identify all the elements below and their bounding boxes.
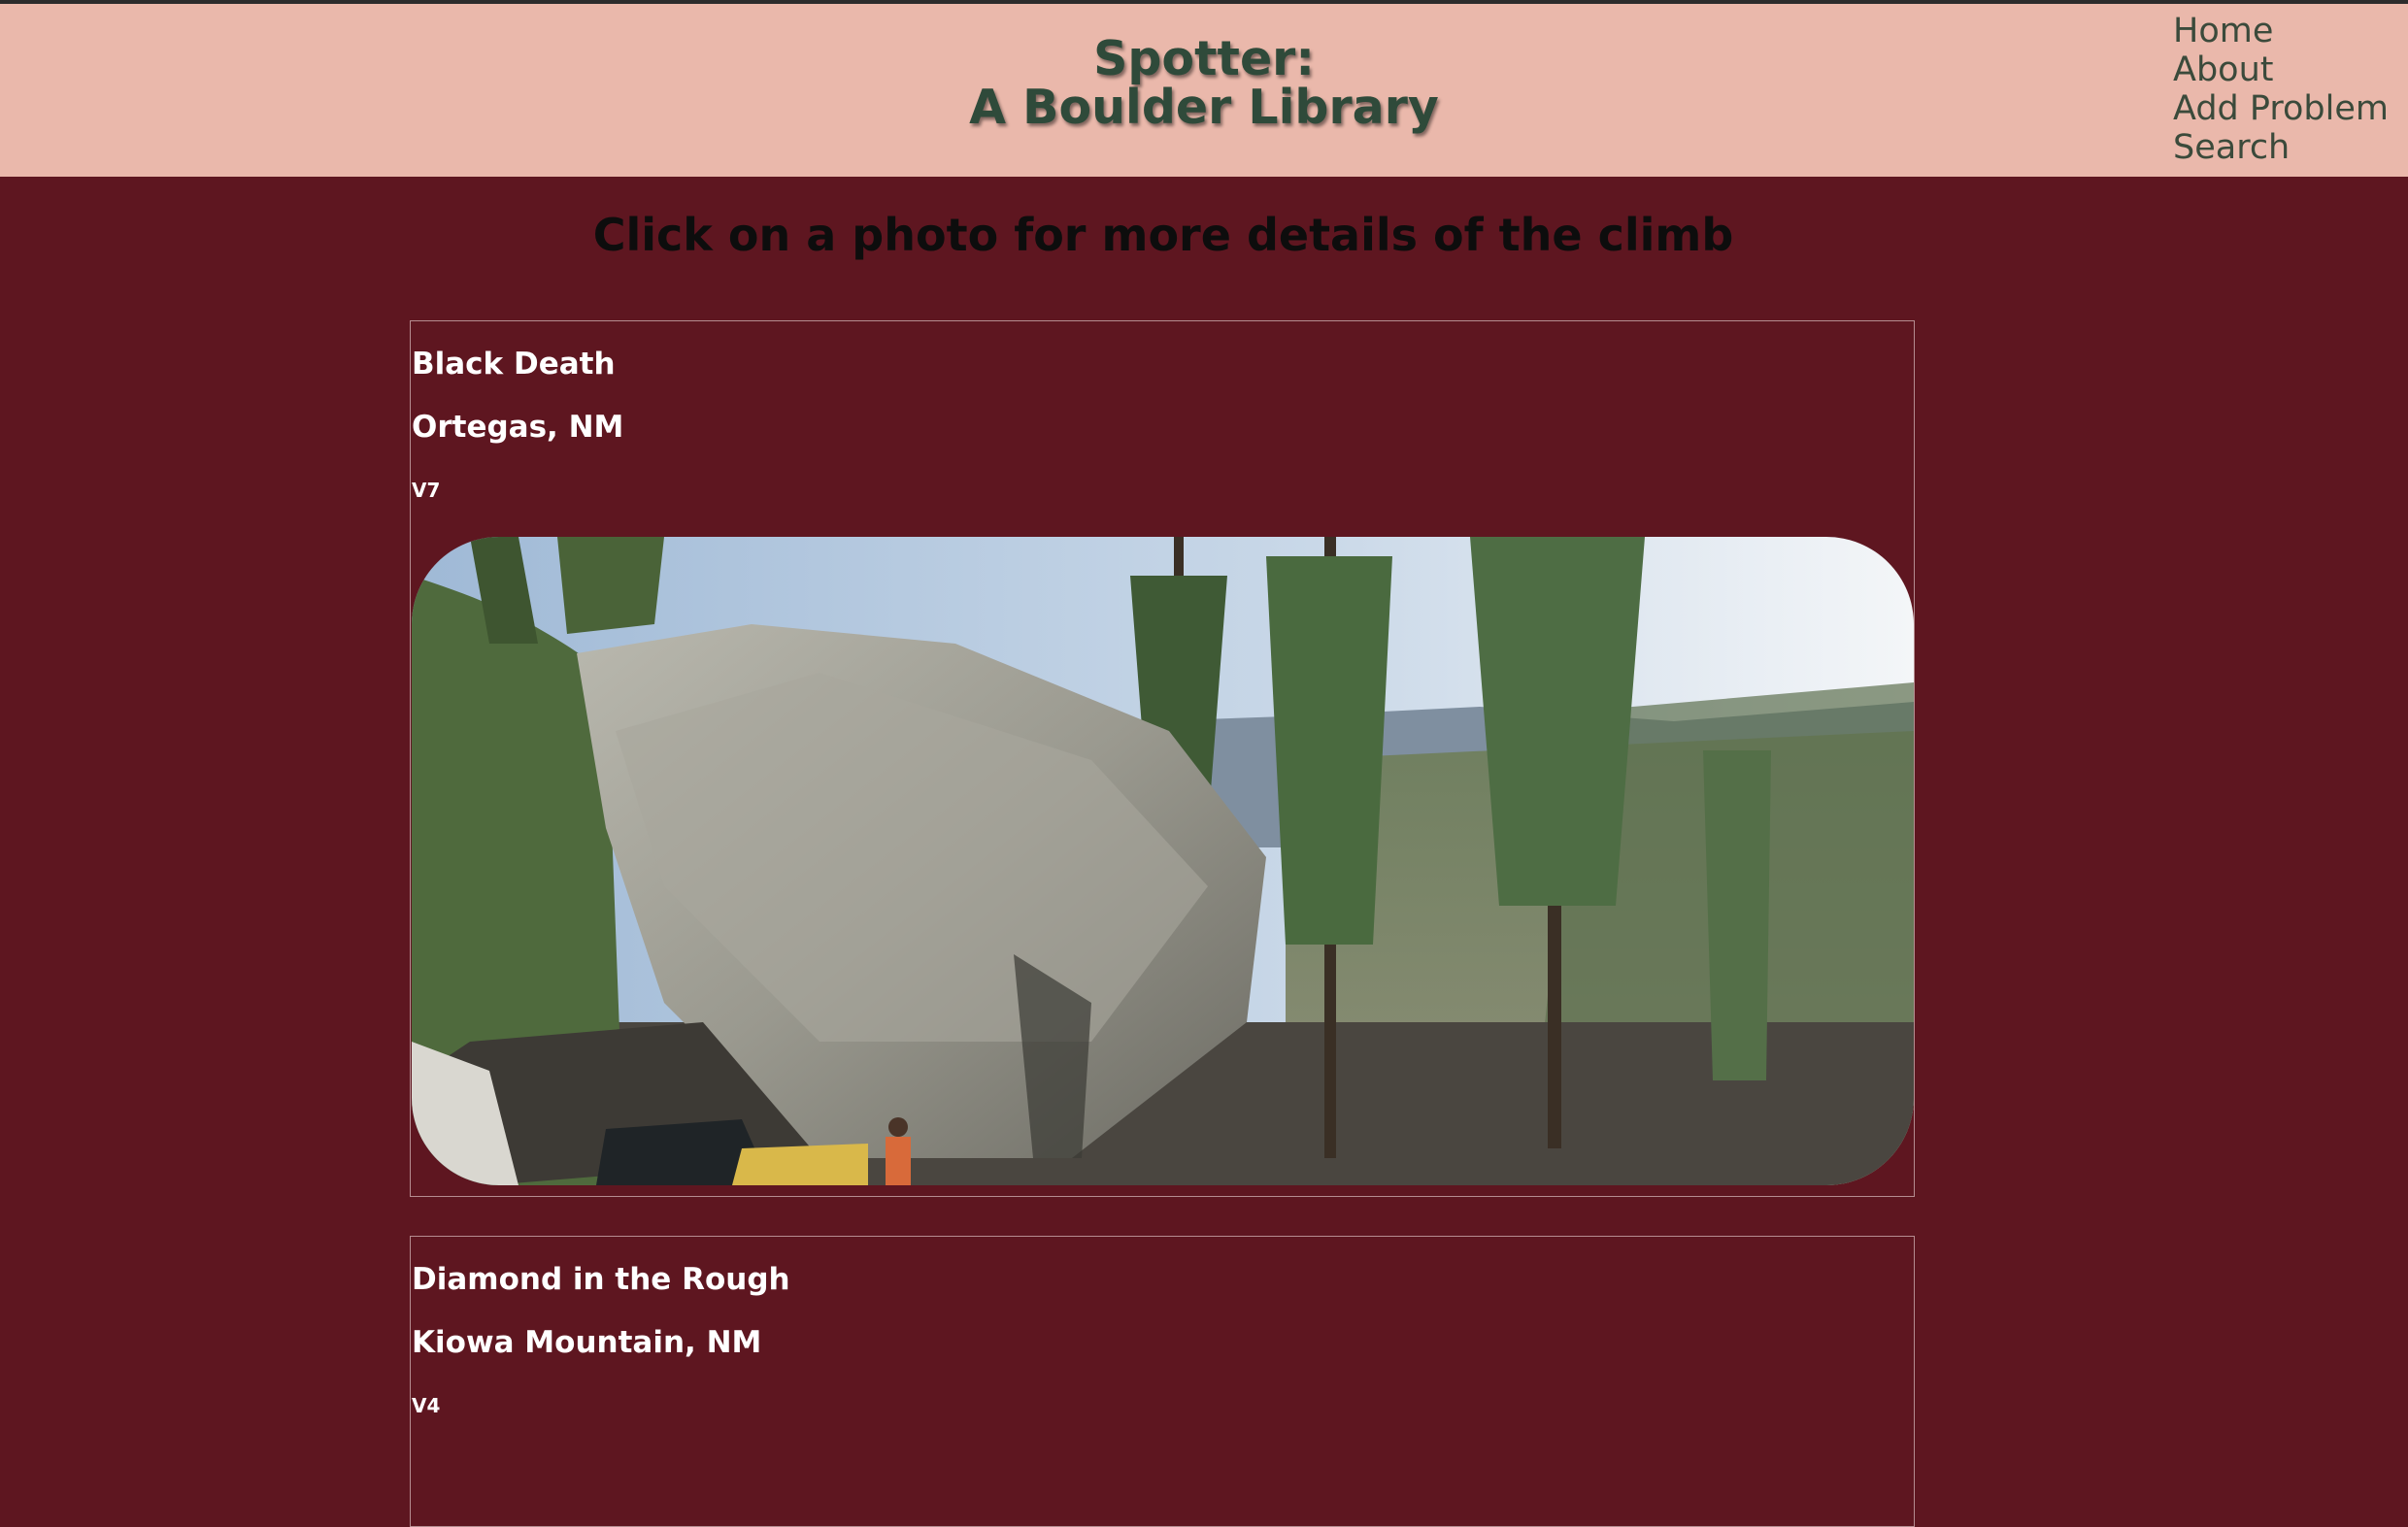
site-title-line2: A Boulder Library xyxy=(969,80,1439,135)
climb-location: Ortegas, NM xyxy=(412,410,624,445)
nav-about-link[interactable]: About xyxy=(2173,50,2408,89)
nav-add-problem-link[interactable]: Add Problem xyxy=(2173,89,2408,128)
climb-grade: V4 xyxy=(412,1394,441,1417)
nav-home-link[interactable]: Home xyxy=(2173,12,2408,50)
nav-search-link[interactable]: Search xyxy=(2173,128,2408,167)
climb-grade: V7 xyxy=(412,479,441,502)
climb-location: Kiowa Mountain, NM xyxy=(412,1325,762,1360)
main-nav: Home About Add Problem Search xyxy=(2173,12,2408,167)
site-title: Spotter: A Boulder Library xyxy=(0,35,2408,132)
page-instruction: Click on a photo for more details of the… xyxy=(592,209,1734,261)
site-title-line1: Spotter: xyxy=(1093,31,1315,86)
climb-card: Black Death Ortegas, NM V7 xyxy=(410,320,1915,1197)
climb-photo[interactable] xyxy=(412,537,1914,1185)
climb-card: Diamond in the Rough Kiowa Mountain, NM … xyxy=(410,1236,1915,1527)
site-header: Spotter: A Boulder Library Home About Ad… xyxy=(0,4,2408,177)
climb-name: Black Death xyxy=(412,347,616,382)
climb-name: Diamond in the Rough xyxy=(412,1262,790,1297)
